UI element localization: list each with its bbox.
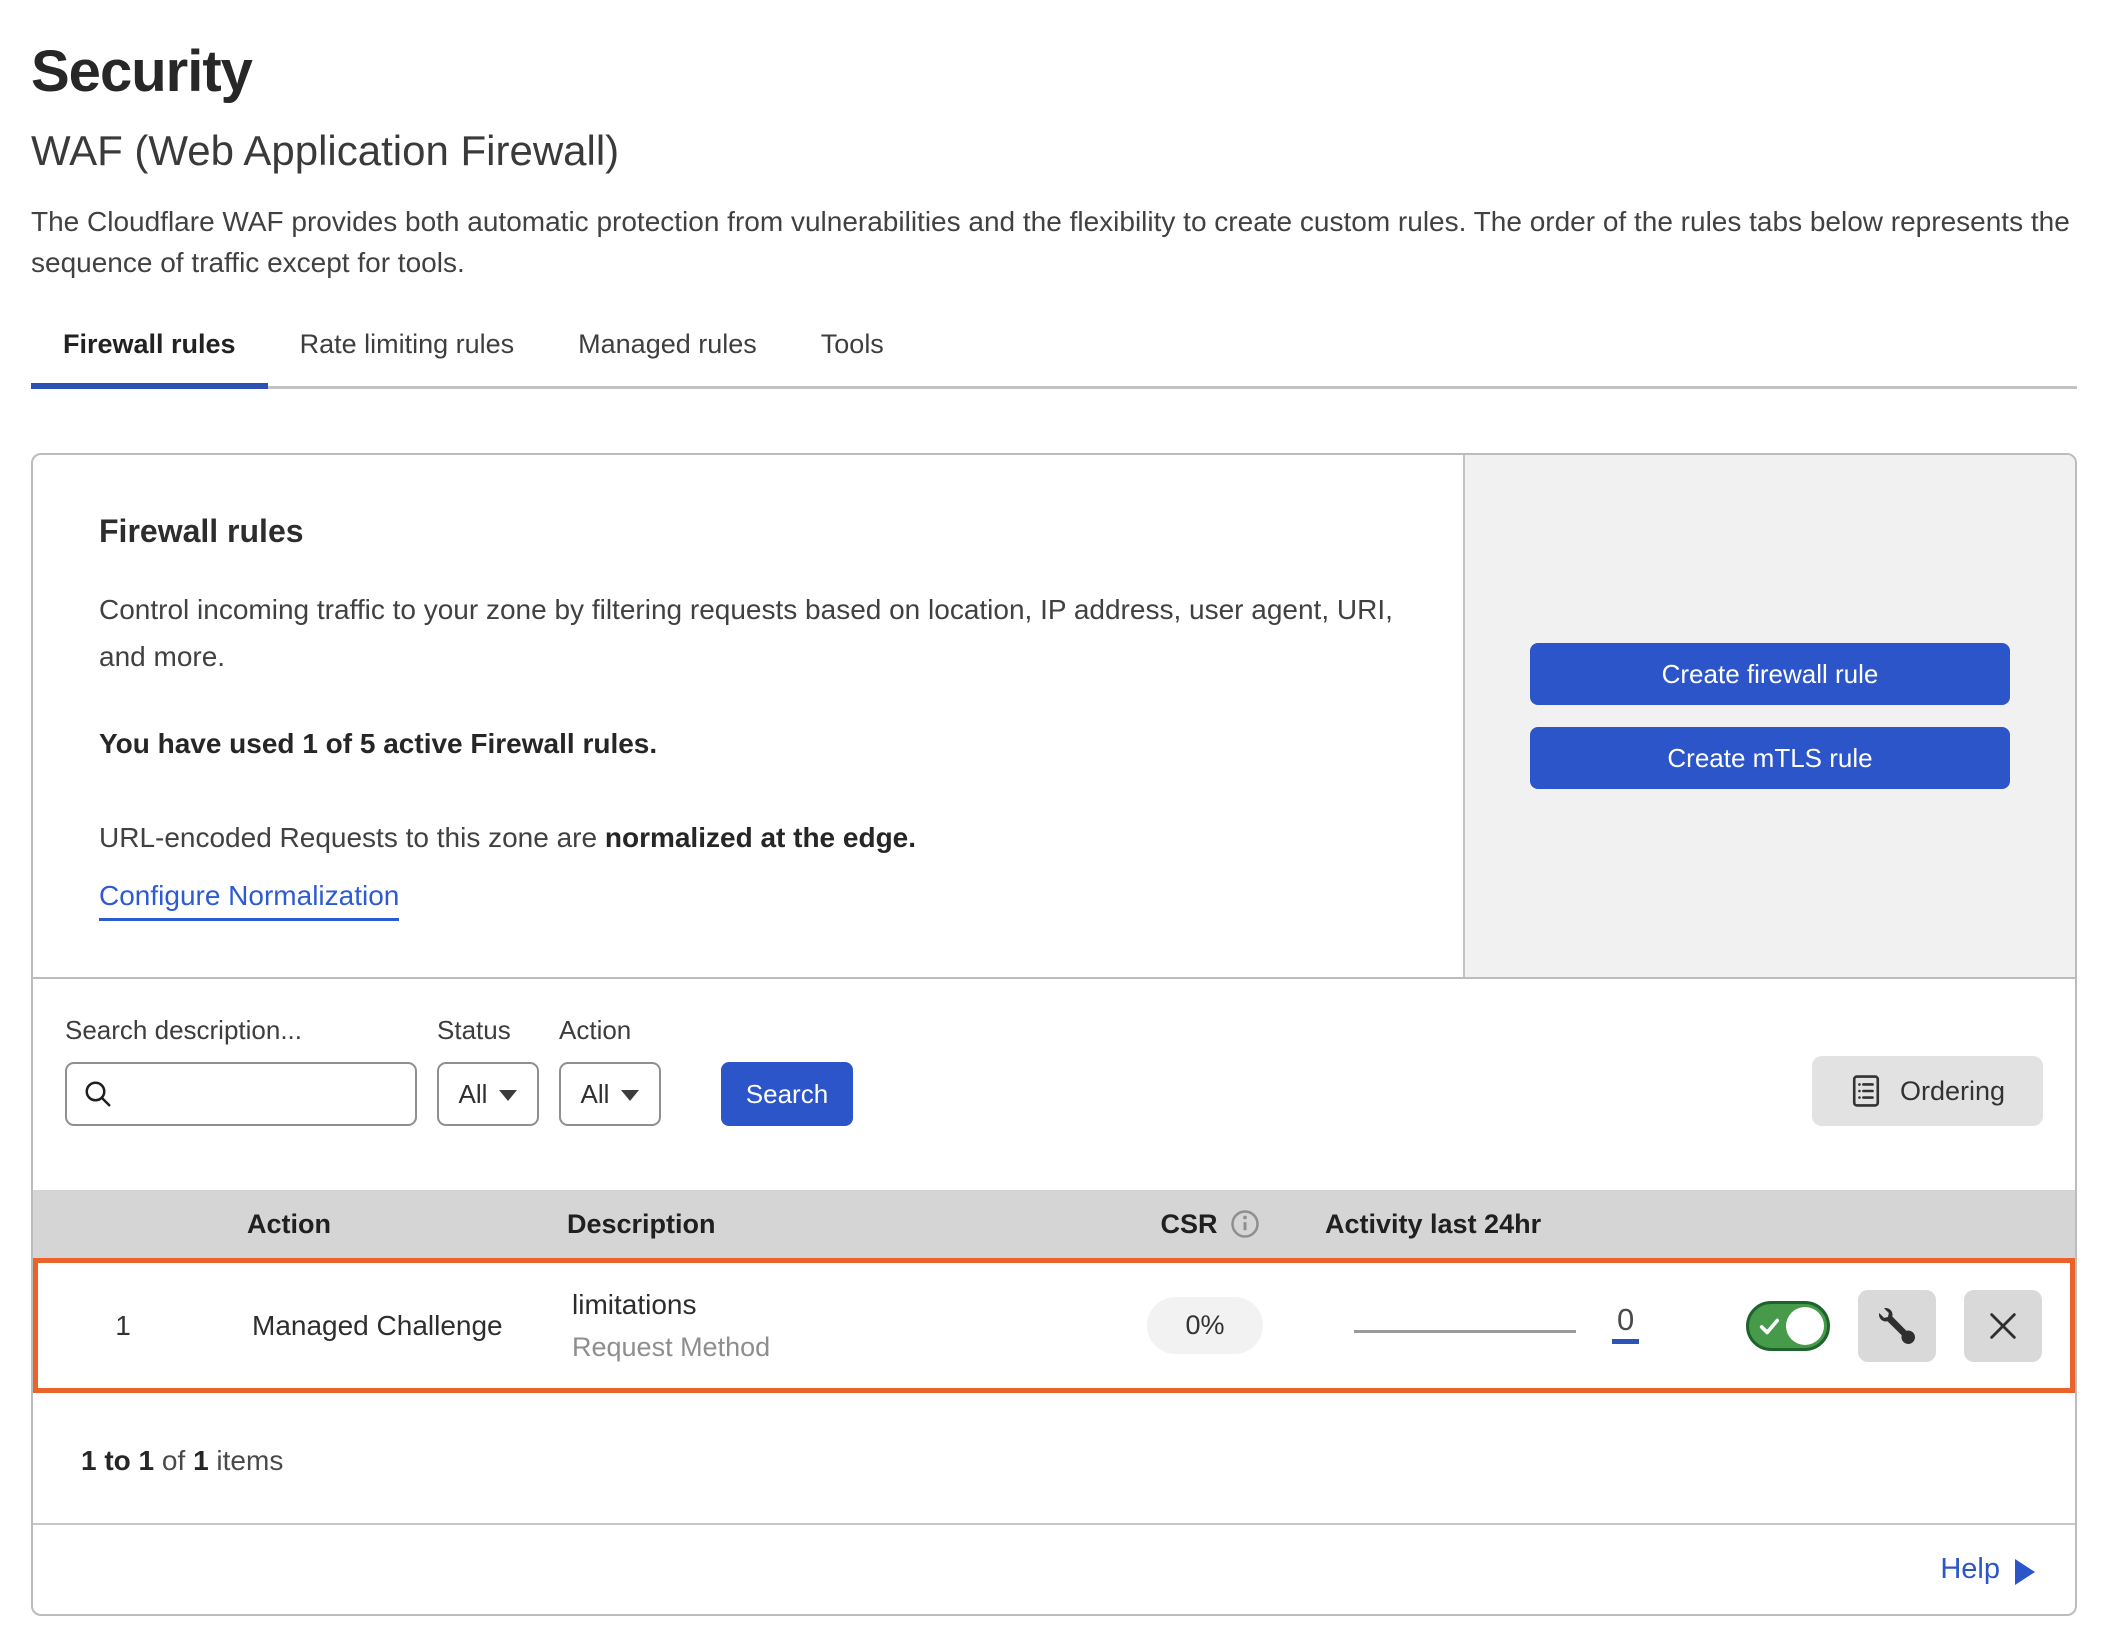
row-action: Managed Challenge — [208, 1310, 528, 1342]
edit-rule-button[interactable] — [1858, 1290, 1936, 1362]
row-description-title: limitations — [572, 1289, 1090, 1321]
pagination-total: 1 — [193, 1445, 209, 1476]
search-box — [65, 1062, 417, 1126]
status-label: Status — [437, 1015, 539, 1046]
search-field-group: Search description... — [65, 1015, 417, 1126]
page-title: Security — [31, 38, 2077, 105]
normalization-text: URL-encoded Requests to this zone are — [99, 822, 597, 853]
chevron-down-icon — [621, 1090, 639, 1101]
create-mtls-rule-button[interactable]: Create mTLS rule — [1530, 727, 2010, 789]
search-label: Search description... — [65, 1015, 417, 1046]
action-filter-group: Action All — [559, 1015, 661, 1126]
pagination-range: 1 to 1 — [81, 1445, 154, 1476]
action-panel: Create firewall rule Create mTLS rule — [1463, 455, 2075, 977]
overview-text-column: Firewall rules Control incoming traffic … — [33, 455, 1463, 977]
close-icon — [1986, 1309, 2020, 1343]
status-filter-group: Status All — [437, 1015, 539, 1126]
row-description: limitations Request Method — [528, 1289, 1090, 1363]
configure-normalization-link[interactable]: Configure Normalization — [99, 880, 399, 921]
header-csr-label: CSR — [1160, 1209, 1217, 1240]
row-description-detail: Request Method — [572, 1332, 1090, 1363]
pagination-of: of — [162, 1445, 185, 1476]
csr-badge: 0% — [1147, 1297, 1262, 1354]
header-csr: CSR — [1095, 1209, 1325, 1240]
help-link[interactable]: Help — [1940, 1553, 2035, 1586]
tab-rate-limiting-rules[interactable]: Rate limiting rules — [268, 329, 547, 386]
help-row: Help — [33, 1523, 2075, 1614]
header-activity: Activity last 24hr — [1325, 1209, 1655, 1240]
row-csr: 0% — [1090, 1297, 1320, 1354]
overview-heading: Firewall rules — [99, 513, 1403, 550]
toggle-knob — [1786, 1307, 1824, 1345]
rule-enabled-toggle[interactable] — [1746, 1301, 1830, 1351]
activity-count-link[interactable]: 0 — [1612, 1304, 1639, 1344]
table-header: Action Description CSR Activity last 24h… — [33, 1190, 2075, 1258]
delete-rule-button[interactable] — [1964, 1290, 2042, 1362]
page-description: The Cloudflare WAF provides both automat… — [31, 201, 2073, 283]
status-dropdown[interactable]: All — [437, 1062, 539, 1126]
search-input[interactable] — [125, 1078, 399, 1111]
filter-bar: Search description... Status All — [33, 979, 2075, 1190]
help-link-label: Help — [1940, 1553, 2000, 1586]
row-index: 1 — [38, 1310, 208, 1342]
tab-bar: Firewall rules Rate limiting rules Manag… — [31, 329, 2077, 389]
info-icon[interactable] — [1230, 1209, 1260, 1239]
search-button[interactable]: Search — [721, 1062, 853, 1126]
tab-firewall-rules[interactable]: Firewall rules — [31, 329, 268, 386]
header-description: Description — [523, 1209, 1095, 1240]
normalization-bold-text: normalized at the edge. — [605, 822, 916, 853]
list-icon — [1850, 1074, 1882, 1108]
action-dropdown[interactable]: All — [559, 1062, 661, 1126]
overview-description: Control incoming traffic to your zone by… — [99, 586, 1399, 680]
arrow-right-icon — [2015, 1559, 2035, 1585]
ordering-button-label: Ordering — [1900, 1076, 2005, 1107]
activity-sparkline — [1354, 1330, 1576, 1333]
row-activity: 0 — [1320, 1304, 1650, 1348]
wrench-icon — [1879, 1308, 1915, 1344]
tab-managed-rules[interactable]: Managed rules — [546, 329, 789, 386]
pagination-summary: 1 to 1 of 1 items — [33, 1393, 2075, 1523]
row-controls — [1650, 1290, 2070, 1362]
chevron-down-icon — [499, 1090, 517, 1101]
ordering-button[interactable]: Ordering — [1812, 1056, 2043, 1126]
table-row: 1 Managed Challenge limitations Request … — [33, 1258, 2075, 1393]
normalization-note: URL-encoded Requests to this zone are no… — [99, 822, 1403, 854]
page-root: Security WAF (Web Application Firewall) … — [0, 0, 2114, 1616]
overview-section: Firewall rules Control incoming traffic … — [33, 455, 2075, 979]
create-firewall-rule-button[interactable]: Create firewall rule — [1530, 643, 2010, 705]
usage-summary: You have used 1 of 5 active Firewall rul… — [99, 728, 1403, 760]
tab-tools[interactable]: Tools — [789, 329, 916, 386]
action-label: Action — [559, 1015, 661, 1046]
firewall-rules-card: Firewall rules Control incoming traffic … — [31, 453, 2077, 1616]
pagination-items: items — [216, 1445, 283, 1476]
action-dropdown-value: All — [581, 1079, 610, 1110]
check-icon — [1758, 1315, 1780, 1337]
header-action: Action — [203, 1209, 523, 1240]
search-icon — [83, 1079, 113, 1109]
page-subtitle: WAF (Web Application Firewall) — [31, 127, 2077, 175]
status-dropdown-value: All — [459, 1079, 488, 1110]
